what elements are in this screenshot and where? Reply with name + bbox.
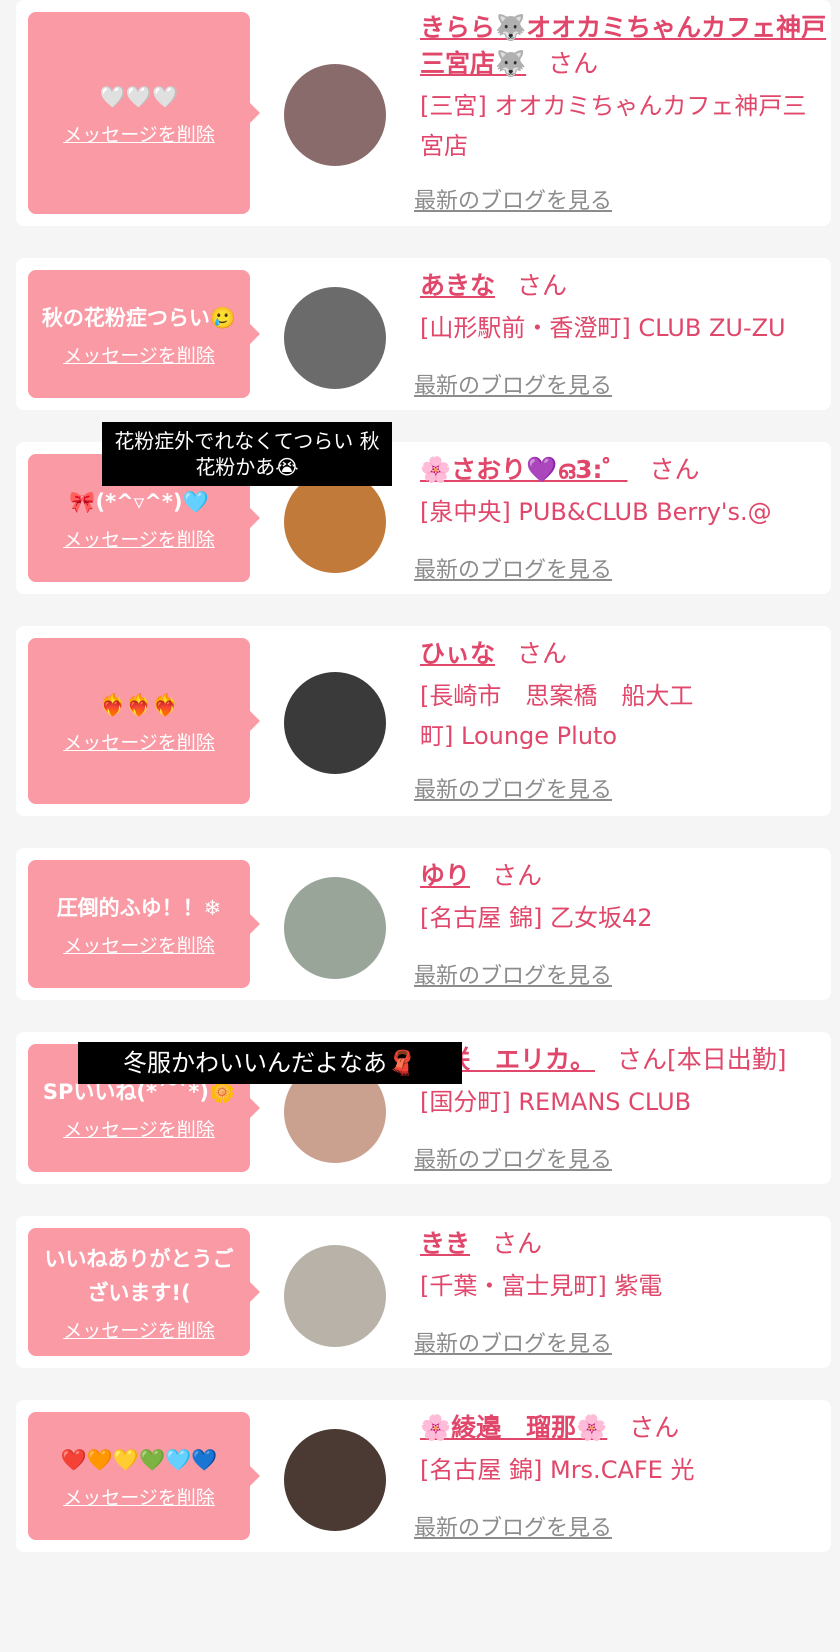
- delete-message-link[interactable]: メッセージを削除: [63, 1483, 215, 1510]
- shop-info: [名古屋 錦] 乙女坂42: [420, 904, 653, 932]
- delete-message-link[interactable]: メッセージを削除: [63, 728, 215, 755]
- honorific: さん: [548, 49, 599, 78]
- shop-info: [山形駅前・香澄町] CLUB ZU-ZU: [420, 314, 786, 342]
- profile-name-link[interactable]: ゆり: [420, 861, 470, 890]
- honorific: さん: [629, 1413, 680, 1442]
- honorific: さん: [617, 1045, 668, 1074]
- message-bubble: 圧倒的ふゆ！！❄ メッセージを削除: [28, 860, 260, 988]
- profile-info: あきな さん [山形駅前・香澄町] CLUB ZU-ZU: [420, 268, 830, 348]
- honorific: さん: [492, 1229, 543, 1258]
- delete-message-link[interactable]: メッセージを削除: [63, 1115, 215, 1142]
- message-text: 🤍🤍🤍: [99, 84, 179, 109]
- message-bubble: いいねありがとうございます!( メッセージを削除: [28, 1228, 260, 1356]
- profile-info: きき さん [千葉・富士見町] 紫電: [420, 1226, 830, 1306]
- message-text: ❤️🧡💛💚🩵💙: [60, 1447, 218, 1472]
- profile-name-link[interactable]: きき: [420, 1229, 470, 1258]
- avatar[interactable]: [284, 287, 386, 389]
- shop-info: [国分町] REMANS CLUB: [420, 1088, 692, 1116]
- message-bubble: ❤️🧡💛💚🩵💙 メッセージを削除: [28, 1412, 260, 1540]
- status-tag: [本日出勤]: [667, 1045, 787, 1074]
- profile-name-link[interactable]: ひぃな: [420, 639, 495, 668]
- shop-info: [千葉・富士見町] 紫電: [420, 1272, 663, 1300]
- profile-name-link[interactable]: 🌸さおり💜ഒ3:゜: [420, 455, 628, 484]
- caption-overlay: 花粉症外でれなくてつらい 秋花粉かあ😭: [102, 422, 392, 486]
- latest-blog-link[interactable]: 最新のブログを見る: [414, 958, 612, 990]
- delete-message-link[interactable]: メッセージを削除: [63, 1316, 215, 1343]
- latest-blog-link[interactable]: 最新のブログを見る: [414, 552, 612, 584]
- message-text: 秋の花粉症つらい🥲: [41, 305, 237, 330]
- message-card: ❤️‍🔥❤️‍🔥❤️‍🔥 メッセージを削除 ひぃな さん [長崎市 思案橋 船大工…: [16, 626, 831, 816]
- profile-info: 🌸綾邉 瑠那🌸 さん [名古屋 錦] Mrs.CAFE 光: [420, 1410, 830, 1490]
- delete-message-link[interactable]: メッセージを削除: [63, 341, 215, 368]
- profile-info: きらら🐺オオカミちゃんカフェ神戸三宮店🐺 さん [三宮] オオカミちゃんカフェ神戸…: [420, 10, 830, 166]
- honorific: さん: [649, 455, 700, 484]
- honorific: さん: [492, 861, 543, 890]
- avatar[interactable]: [284, 1245, 386, 1347]
- avatar[interactable]: [284, 64, 386, 166]
- shop-info: [長崎市 思案橋 船大工町] Lounge Pluto: [420, 682, 694, 750]
- message-text: ❤️‍🔥❤️‍🔥❤️‍🔥: [99, 692, 179, 717]
- avatar[interactable]: [284, 672, 386, 774]
- message-text: 圧倒的ふゆ！！❄: [56, 895, 222, 920]
- delete-message-link[interactable]: メッセージを削除: [63, 120, 215, 147]
- message-card: ❤️🧡💛💚🩵💙 メッセージを削除 🌸綾邉 瑠那🌸 さん [名古屋 錦] Mrs.C…: [16, 1400, 831, 1552]
- delete-message-link[interactable]: メッセージを削除: [63, 525, 215, 552]
- avatar[interactable]: [284, 471, 386, 573]
- latest-blog-link[interactable]: 最新のブログを見る: [414, 368, 612, 400]
- profile-info: ゆり さん [名古屋 錦] 乙女坂42: [420, 858, 830, 938]
- profile-name-link[interactable]: 🌸綾邉 瑠那🌸: [420, 1413, 607, 1442]
- honorific: さん: [517, 639, 568, 668]
- message-text: いいねありがとうございます!(: [44, 1246, 234, 1305]
- latest-blog-link[interactable]: 最新のブログを見る: [414, 1326, 612, 1358]
- latest-blog-link[interactable]: 最新のブログを見る: [414, 772, 612, 804]
- shop-info: [三宮] オオカミちゃんカフェ神戸三宮店: [420, 92, 807, 160]
- profile-info: 白咲 エリカ。 さん[本日出勤] [国分町] REMANS CLUB: [420, 1042, 830, 1122]
- profile-name-link[interactable]: きらら🐺オオカミちゃんカフェ神戸三宮店🐺: [420, 13, 826, 78]
- message-card: いいねありがとうございます!( メッセージを削除 きき さん [千葉・富士見町] …: [16, 1216, 831, 1368]
- message-card: 圧倒的ふゆ！！❄ メッセージを削除 ゆり さん [名古屋 錦] 乙女坂42 最新の…: [16, 848, 831, 1000]
- message-bubble: 秋の花粉症つらい🥲 メッセージを削除: [28, 270, 260, 398]
- message-bubble: 🤍🤍🤍 メッセージを削除: [28, 12, 260, 214]
- profile-info: 🌸さおり💜ഒ3:゜ さん [泉中央] PUB&CLUB Berry's.@: [420, 452, 830, 532]
- profile-info: ひぃな さん [長崎市 思案橋 船大工町] Lounge Pluto: [420, 636, 720, 756]
- avatar[interactable]: [284, 1429, 386, 1531]
- delete-message-link[interactable]: メッセージを削除: [63, 931, 215, 958]
- shop-info: [名古屋 錦] Mrs.CAFE 光: [420, 1456, 695, 1484]
- message-text: 🎀(*^▿^*)🩵: [69, 489, 209, 514]
- caption-overlay: 冬服かわいいんだよなあ🧣: [78, 1042, 462, 1084]
- avatar[interactable]: [284, 877, 386, 979]
- message-card: 秋の花粉症つらい🥲 メッセージを削除 あきな さん [山形駅前・香澄町] CLUB…: [16, 258, 831, 410]
- shop-info: [泉中央] PUB&CLUB Berry's.@: [420, 498, 772, 526]
- latest-blog-link[interactable]: 最新のブログを見る: [414, 1510, 612, 1542]
- latest-blog-link[interactable]: 最新のブログを見る: [414, 183, 612, 215]
- honorific: さん: [517, 271, 568, 300]
- message-bubble: ❤️‍🔥❤️‍🔥❤️‍🔥 メッセージを削除: [28, 638, 260, 804]
- latest-blog-link[interactable]: 最新のブログを見る: [414, 1142, 612, 1174]
- profile-name-link[interactable]: あきな: [420, 271, 495, 300]
- message-card: 🤍🤍🤍 メッセージを削除 きらら🐺オオカミちゃんカフェ神戸三宮店🐺 さん [三宮]…: [16, 0, 831, 226]
